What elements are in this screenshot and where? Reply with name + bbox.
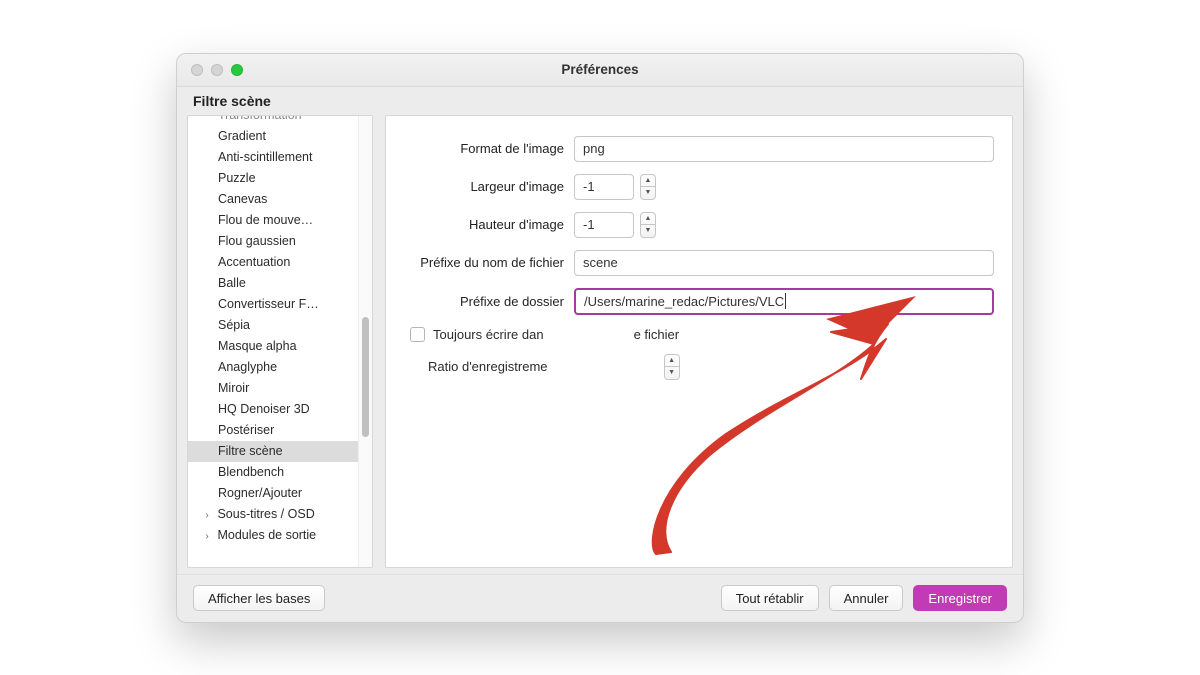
sidebar-item-label: Miroir: [218, 381, 249, 395]
filename-prefix-input[interactable]: scene: [574, 250, 994, 276]
chevron-right-icon: ›: [202, 505, 212, 525]
sidebar-item[interactable]: Anti-scintillement: [188, 147, 358, 168]
sidebar-item-label: Convertisseur F…: [218, 297, 319, 311]
always-write-label-left: Toujours écrire dan: [433, 327, 544, 342]
sidebar-item-label: Puzzle: [218, 171, 256, 185]
ratio-stepper[interactable]: ▲▼: [664, 354, 680, 380]
sidebar-item[interactable]: Filtre scène: [188, 441, 358, 462]
sidebar-item[interactable]: Sépia: [188, 315, 358, 336]
sidebar-item[interactable]: Canevas: [188, 189, 358, 210]
sidebar-item-label: Flou de mouve…: [218, 213, 313, 227]
folder-prefix-label: Préfixe de dossier: [404, 294, 574, 309]
section-heading: Filtre scène: [177, 87, 1023, 115]
chevron-up-icon: ▲: [641, 213, 655, 226]
sidebar-group-label: Modules de sortie: [214, 528, 316, 542]
sidebar-item-label: Anti-scintillement: [218, 150, 312, 164]
sidebar-item-label: Balle: [218, 276, 246, 290]
sidebar-item-label: Filtre scène: [218, 444, 283, 458]
sidebar-item[interactable]: Puzzle: [188, 168, 358, 189]
sidebar-scrollbar[interactable]: [358, 116, 372, 567]
sidebar-item-label: Transformation: [218, 116, 302, 122]
sidebar-item[interactable]: Gradient: [188, 126, 358, 147]
sidebar-group-label: Sous-titres / OSD: [214, 507, 315, 521]
sidebar-item[interactable]: Transformation: [188, 116, 358, 126]
sidebar-item-label: Rogner/Ajouter: [218, 486, 302, 500]
chevron-down-icon: ▼: [665, 367, 679, 379]
sidebar-item[interactable]: Convertisseur F…: [188, 294, 358, 315]
height-label: Hauteur d'image: [404, 217, 574, 232]
sidebar-item-label: Masque alpha: [218, 339, 297, 353]
format-input[interactable]: png: [574, 136, 994, 162]
sidebar-item[interactable]: Rogner/Ajouter: [188, 483, 358, 504]
save-button[interactable]: Enregistrer: [913, 585, 1007, 611]
chevron-up-icon: ▲: [641, 175, 655, 188]
show-basic-button[interactable]: Afficher les bases: [193, 585, 325, 611]
sidebar-item[interactable]: Flou gaussien: [188, 231, 358, 252]
window-title: Préférences: [177, 62, 1023, 77]
height-input[interactable]: -1: [574, 212, 634, 238]
sidebar-group[interactable]: › Sous-titres / OSD: [188, 504, 358, 525]
chevron-right-icon: ›: [202, 526, 212, 546]
cancel-button[interactable]: Annuler: [829, 585, 904, 611]
format-label: Format de l'image: [404, 141, 574, 156]
sidebar-item-label: Sépia: [218, 318, 250, 332]
sidebar-item-label: Anaglyphe: [218, 360, 277, 374]
sidebar-item-label: Flou gaussien: [218, 234, 296, 248]
sidebar-item-label: Blendbench: [218, 465, 284, 479]
text-caret: [785, 293, 786, 309]
sidebar-item-label: Accentuation: [218, 255, 290, 269]
sidebar-item[interactable]: Blendbench: [188, 462, 358, 483]
width-label: Largeur d'image: [404, 179, 574, 194]
always-write-checkbox[interactable]: [410, 327, 425, 342]
width-stepper[interactable]: ▲▼: [640, 174, 656, 200]
sidebar-item[interactable]: Flou de mouve…: [188, 210, 358, 231]
always-write-label-right: e fichier: [634, 327, 680, 342]
footer: Afficher les bases Tout rétablir Annuler…: [177, 574, 1023, 622]
height-stepper[interactable]: ▲▼: [640, 212, 656, 238]
sidebar-item-label: Canevas: [218, 192, 267, 206]
ratio-label: Ratio d'enregistreme: [428, 359, 548, 374]
sidebar-item[interactable]: Balle: [188, 273, 358, 294]
sidebar-item[interactable]: Masque alpha: [188, 336, 358, 357]
folder-prefix-input[interactable]: /Users/marine_redac/Pictures/VLC: [574, 288, 994, 315]
titlebar: Préférences: [177, 54, 1023, 87]
sidebar-item-label: Gradient: [218, 129, 266, 143]
sidebar: Transformation Gradient Anti-scintillement…: [187, 115, 373, 568]
preferences-window: Préférences Filtre scène Transformation G…: [176, 53, 1024, 623]
chevron-down-icon: ▼: [641, 225, 655, 237]
reset-button[interactable]: Tout rétablir: [721, 585, 819, 611]
sidebar-item[interactable]: Miroir: [188, 378, 358, 399]
width-input[interactable]: -1: [574, 174, 634, 200]
sidebar-group[interactable]: › Modules de sortie: [188, 525, 358, 546]
sidebar-item-label: HQ Denoiser 3D: [218, 402, 310, 416]
scrollbar-thumb[interactable]: [362, 317, 369, 437]
filename-prefix-label: Préfixe du nom de fichier: [404, 255, 574, 270]
chevron-up-icon: ▲: [665, 355, 679, 368]
sidebar-item[interactable]: Postériser: [188, 420, 358, 441]
sidebar-item-label: Postériser: [218, 423, 274, 437]
chevron-down-icon: ▼: [641, 187, 655, 199]
sidebar-item[interactable]: HQ Denoiser 3D: [188, 399, 358, 420]
settings-pane: Format de l'image png Largeur d'image -1…: [385, 115, 1013, 568]
sidebar-item[interactable]: Accentuation: [188, 252, 358, 273]
body: Transformation Gradient Anti-scintillement…: [177, 115, 1023, 574]
sidebar-item[interactable]: Anaglyphe: [188, 357, 358, 378]
